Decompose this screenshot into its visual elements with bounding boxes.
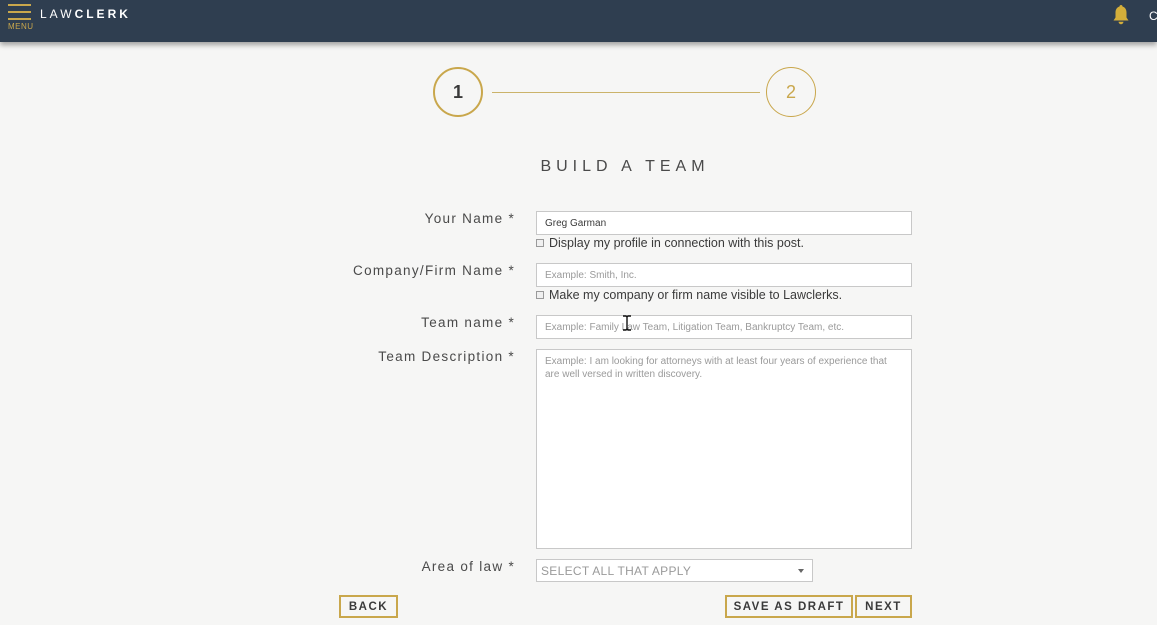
- logo-text-bold: CLERK: [74, 7, 131, 21]
- step-2-indicator[interactable]: 2: [766, 67, 816, 117]
- team-description-label: Team Description *: [378, 349, 515, 364]
- company-name-input[interactable]: [536, 263, 912, 287]
- display-profile-checkbox-label[interactable]: Display my profile in connection with th…: [549, 236, 804, 250]
- hamburger-icon-bar: [8, 11, 31, 13]
- area-of-law-selected-value: SELECT ALL THAT APPLY: [541, 564, 692, 578]
- display-profile-checkbox[interactable]: [536, 239, 544, 247]
- company-visible-checkbox-label[interactable]: Make my company or firm name visible to …: [549, 288, 842, 302]
- save-as-draft-button[interactable]: SAVE AS DRAFT: [725, 595, 853, 618]
- your-name-label: Your Name *: [424, 211, 515, 226]
- your-name-input[interactable]: [536, 211, 912, 235]
- notifications-bell-icon[interactable]: [1109, 3, 1133, 27]
- team-description-textarea[interactable]: [536, 349, 912, 549]
- next-button[interactable]: NEXT: [855, 595, 912, 618]
- area-of-law-select[interactable]: SELECT ALL THAT APPLY: [536, 559, 813, 582]
- company-visible-checkbox[interactable]: [536, 291, 544, 299]
- team-name-label: Team name *: [421, 315, 515, 330]
- display-profile-option: Display my profile in connection with th…: [536, 236, 804, 250]
- step-1-indicator: 1: [433, 67, 483, 117]
- top-nav-bar: MENU LAWCLERK C: [0, 0, 1157, 42]
- lawclerk-logo[interactable]: LAWCLERK: [40, 7, 131, 21]
- stepper-connector-line: [492, 92, 760, 93]
- hamburger-icon: [8, 4, 31, 6]
- logo-text-light: LAW: [40, 7, 75, 21]
- back-button[interactable]: BACK: [339, 595, 398, 618]
- user-menu-initial[interactable]: C: [1149, 9, 1157, 23]
- company-visible-option: Make my company or firm name visible to …: [536, 288, 842, 302]
- area-of-law-label: Area of law *: [421, 559, 515, 574]
- caret-down-icon: [798, 569, 804, 573]
- team-name-input[interactable]: [536, 315, 912, 339]
- page-title: BUILD A TEAM: [540, 158, 710, 175]
- hamburger-icon-bar: [8, 18, 31, 20]
- menu-label: MENU: [8, 22, 34, 31]
- company-name-label: Company/Firm Name *: [353, 263, 515, 278]
